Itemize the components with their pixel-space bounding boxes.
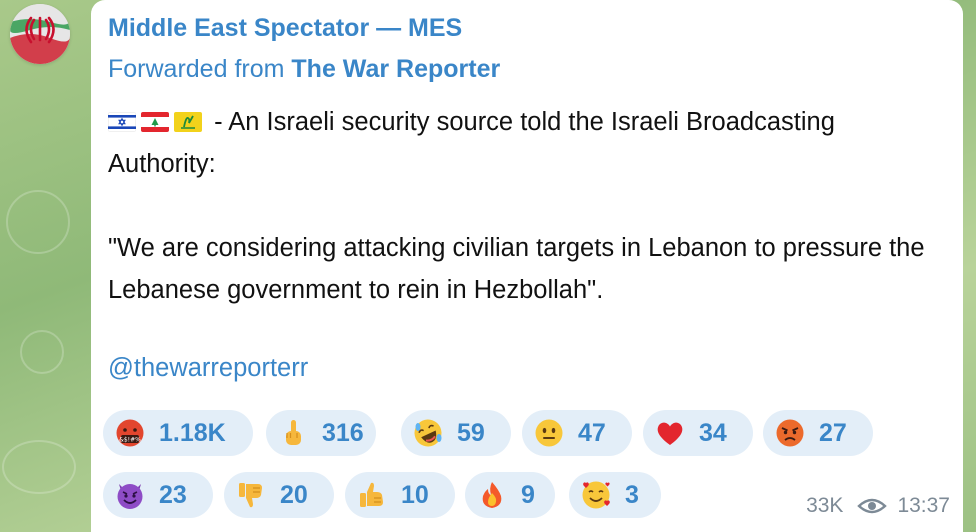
reaction-count: 47 xyxy=(578,418,606,447)
israel-flag-icon xyxy=(108,112,136,132)
forwarded-prefix: Forwarded from xyxy=(108,55,285,83)
reaction-count: 20 xyxy=(280,480,308,509)
reaction-count: 10 xyxy=(401,480,429,509)
reaction-chip[interactable]: &$!#% 1.18K xyxy=(103,410,253,456)
reaction-count: 23 xyxy=(159,480,187,509)
svg-text:&$!#%: &$!#% xyxy=(119,437,141,444)
reaction-chip[interactable]: 10 xyxy=(345,472,455,518)
reaction-chip[interactable]: 20 xyxy=(224,472,334,518)
red-heart-icon xyxy=(655,418,685,448)
reaction-chip[interactable]: 9 xyxy=(465,472,555,518)
message-bubble[interactable]: Middle East Spectator — MES Forwarded fr… xyxy=(91,0,963,532)
thumbs-up-icon xyxy=(357,480,387,510)
reaction-count: 3 xyxy=(625,480,639,509)
hezbollah-flag-icon xyxy=(174,112,202,132)
reaction-count: 316 xyxy=(322,418,364,447)
smiling-face-with-hearts-icon xyxy=(581,480,611,510)
reaction-count: 59 xyxy=(457,418,485,447)
message-text: - An Israeli security source told the Is… xyxy=(108,101,938,311)
middle-finger-icon xyxy=(278,418,308,448)
mention-link[interactable]: @thewarreporterr xyxy=(108,354,308,383)
fire-icon xyxy=(477,480,507,510)
thumbs-down-icon xyxy=(236,480,266,510)
reaction-count: 9 xyxy=(521,480,535,509)
reaction-count: 27 xyxy=(819,418,847,447)
wallpaper-doodle xyxy=(20,330,64,374)
message-time: 13:37 xyxy=(897,494,950,517)
reaction-chip[interactable]: 23 xyxy=(103,472,213,518)
channel-name[interactable]: Middle East Spectator — MES xyxy=(108,14,462,43)
angry-face-icon xyxy=(775,418,805,448)
lebanon-flag-icon xyxy=(141,112,169,132)
reaction-chip[interactable]: 27 xyxy=(763,410,873,456)
eye-icon xyxy=(857,496,888,516)
forwarded-from[interactable]: Forwarded from The War Reporter xyxy=(108,55,500,84)
reaction-count: 34 xyxy=(699,418,727,447)
reaction-chip[interactable]: 47 xyxy=(522,410,632,456)
smiling-face-with-horns-icon xyxy=(115,480,145,510)
reaction-chip[interactable]: 59 xyxy=(401,410,511,456)
reaction-count: 1.18K xyxy=(159,418,226,447)
wallpaper-doodle xyxy=(2,440,76,494)
neutral-face-icon xyxy=(534,418,564,448)
forwarded-source-link[interactable]: The War Reporter xyxy=(291,55,500,83)
message-meta: 33K 13:37 xyxy=(806,494,950,518)
view-count: 33K xyxy=(806,494,844,517)
iran-emblem-avatar-icon xyxy=(10,4,70,64)
rolling-on-floor-laughing-icon xyxy=(413,418,443,448)
channel-avatar[interactable] xyxy=(10,4,70,64)
wallpaper-doodle xyxy=(6,190,70,254)
message-body: - An Israeli security source told the Is… xyxy=(108,108,925,304)
reaction-chip[interactable]: 316 xyxy=(266,410,376,456)
face-with-symbols-on-mouth-icon: &$!#% xyxy=(115,418,145,448)
reaction-chip[interactable]: 3 xyxy=(569,472,661,518)
reaction-chip[interactable]: 34 xyxy=(643,410,753,456)
